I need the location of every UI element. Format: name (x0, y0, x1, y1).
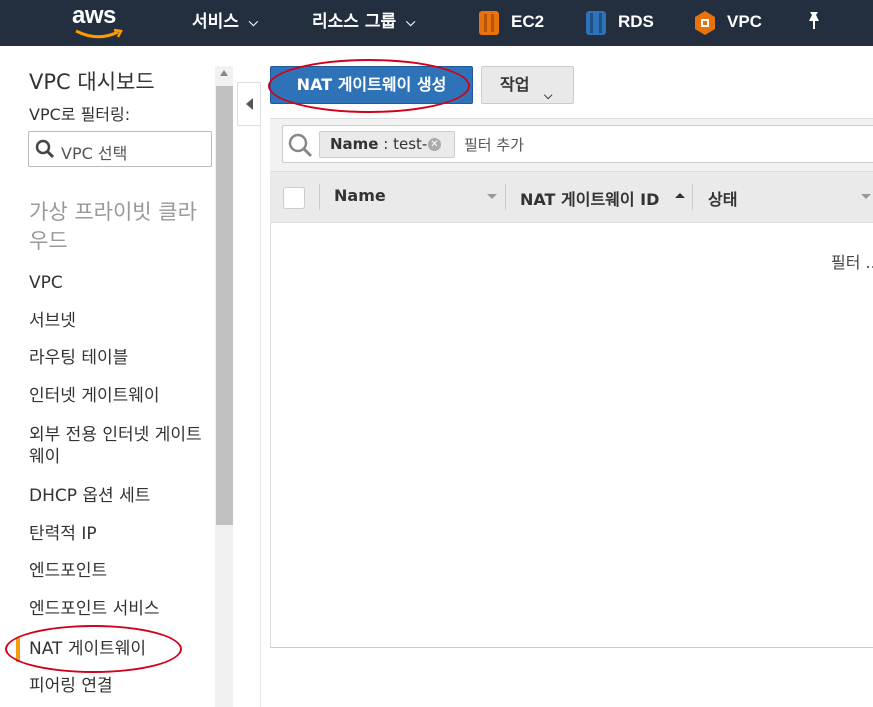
filter-chip-value: test- (393, 135, 428, 153)
search-icon (288, 133, 313, 158)
sidebar-item-elastic-ips[interactable]: 탄력적 IP (29, 523, 209, 545)
vpc-filter-input[interactable]: VPC 선택 (28, 131, 212, 167)
scroll-up-arrow-icon[interactable] (220, 70, 228, 76)
remove-filter-icon[interactable]: ✕ (428, 138, 441, 151)
chevron-left-icon (246, 98, 253, 110)
column-separator (692, 184, 693, 210)
filter-chip-separator: : (378, 135, 394, 153)
sidebar-item-vpc[interactable]: VPC (29, 272, 209, 294)
add-filter-placeholder: 필터 추가 (464, 136, 524, 154)
sidebar-item-endpoints[interactable]: 엔드포인트 (29, 560, 209, 582)
annotation-circle-create-button (268, 59, 470, 113)
column-header-nat-gateway-id[interactable]: NAT 게이트웨이 ID (520, 186, 659, 210)
column-separator (319, 184, 320, 210)
sort-icon[interactable] (861, 194, 871, 199)
annotation-circle-nat-gateways (5, 625, 182, 673)
vpc-filter-label: VPC로 필터링: (29, 105, 131, 124)
sidebar-item-subnets[interactable]: 서브넷 (29, 310, 209, 332)
top-navigation-bar: aws 서비스 ⌵ 리소스 그룹 ⌵ EC2 RDS VPC (0, 0, 873, 46)
sidebar-section-vpc: 가상 프라이빗 클라우드 (29, 200, 197, 253)
table-bottom-border (270, 647, 873, 648)
pin-icon[interactable] (806, 11, 822, 31)
chevron-down-icon: ⌵ (248, 15, 259, 29)
resource-groups-menu[interactable]: 리소스 그룹 ⌵ (312, 0, 415, 46)
sidebar-title[interactable]: VPC 대시보드 (29, 66, 155, 96)
chevron-down-icon: ⌵ (544, 89, 553, 102)
collapse-sidebar-button[interactable] (237, 82, 261, 126)
column-separator (505, 184, 506, 210)
empty-table-message: 필터 ... (831, 253, 873, 272)
sidebar-item-internet-gateways[interactable]: 인터넷 게이트웨이 (29, 385, 209, 407)
aws-logo[interactable]: aws (72, 2, 132, 40)
sidebar-item-egress-only-igw[interactable]: 외부 전용 인터넷 게이트웨이 (29, 424, 205, 468)
search-icon (35, 139, 55, 159)
actions-button[interactable]: 작업 ⌵ (481, 66, 574, 104)
vpc-icon (695, 11, 715, 35)
aws-logo-text: aws (72, 2, 116, 29)
filter-chip-key: Name (330, 135, 379, 153)
column-header-state[interactable]: 상태 (708, 186, 737, 210)
actions-button-label: 작업 (500, 75, 530, 94)
ec2-icon (479, 11, 499, 35)
column-header-name[interactable]: Name (334, 186, 386, 205)
sidebar-scrollbar-thumb[interactable] (216, 86, 233, 525)
sidebar-item-dhcp-options[interactable]: DHCP 옵션 세트 (29, 485, 209, 507)
vpc-filter-placeholder: VPC 선택 (61, 144, 128, 163)
services-menu[interactable]: 서비스 ⌵ (192, 0, 258, 46)
filter-chip-name[interactable]: Name : test- ✕ (319, 131, 455, 158)
shortcut-ec2-label: EC2 (511, 12, 545, 31)
shortcut-rds-label: RDS (618, 12, 654, 31)
sidebar-item-route-tables[interactable]: 라우팅 테이블 (29, 347, 209, 369)
shortcut-vpc-label: VPC (727, 12, 762, 31)
panel-divider (260, 126, 261, 707)
resource-groups-label: 리소스 그룹 (312, 12, 397, 32)
sort-icon[interactable] (487, 194, 497, 199)
chevron-down-icon: ⌵ (406, 15, 416, 29)
rds-icon (586, 11, 606, 35)
aws-smile-icon (75, 28, 123, 39)
services-menu-label: 서비스 (192, 12, 239, 32)
select-all-checkbox[interactable] (283, 187, 305, 209)
sort-ascending-icon[interactable] (675, 193, 685, 198)
sidebar-item-peering-connections[interactable]: 피어링 연결 (29, 675, 209, 697)
sidebar-item-endpoint-services[interactable]: 엔드포인트 서비스 (29, 598, 209, 620)
